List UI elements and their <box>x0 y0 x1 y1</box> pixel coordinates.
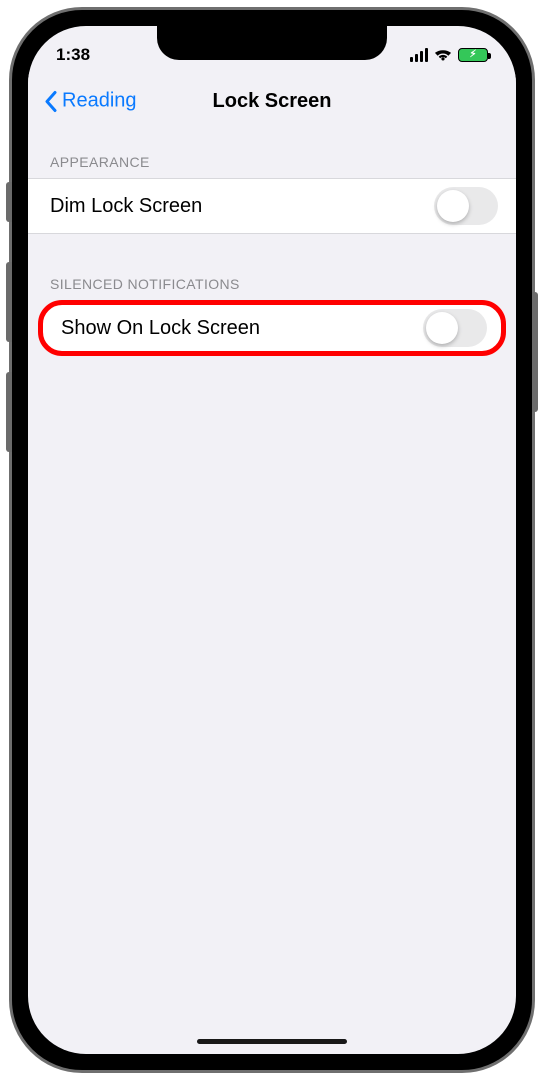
mute-switch <box>6 182 12 222</box>
nav-bar: Reading Lock Screen <box>28 74 516 128</box>
back-label: Reading <box>62 90 137 113</box>
chevron-left-icon <box>44 90 58 112</box>
side-button <box>532 292 538 412</box>
home-indicator[interactable] <box>197 1039 347 1044</box>
phone-frame: 1:38 ⚡︎ Reading Lock Screen APPEARANCE <box>12 10 532 1070</box>
toggle-show-on-lock-screen[interactable] <box>423 309 487 347</box>
row-label: Dim Lock Screen <box>50 195 202 218</box>
toggle-dim-lock-screen[interactable] <box>434 187 498 225</box>
cellular-icon <box>410 48 428 62</box>
highlight-show-on-lock-screen: Show On Lock Screen <box>38 300 506 356</box>
screen: 1:38 ⚡︎ Reading Lock Screen APPEARANCE <box>28 26 516 1054</box>
row-label: Show On Lock Screen <box>61 317 260 340</box>
notch <box>157 26 387 60</box>
row-group-appearance: Dim Lock Screen <box>28 178 516 234</box>
wifi-icon <box>434 48 452 62</box>
nav-title: Lock Screen <box>213 90 332 113</box>
spacer <box>28 234 516 270</box>
status-right: ⚡︎ <box>410 48 488 62</box>
battery-icon: ⚡︎ <box>458 48 488 62</box>
row-dim-lock-screen[interactable]: Dim Lock Screen <box>28 178 516 234</box>
section-header-silenced: SILENCED NOTIFICATIONS <box>28 270 516 300</box>
back-button[interactable]: Reading <box>44 90 137 113</box>
volume-up-button <box>6 262 12 342</box>
row-show-on-lock-screen[interactable]: Show On Lock Screen <box>38 300 506 356</box>
status-time: 1:38 <box>56 45 90 65</box>
volume-down-button <box>6 372 12 452</box>
section-header-appearance: APPEARANCE <box>28 148 516 178</box>
content: APPEARANCE Dim Lock Screen SILENCED NOTI… <box>28 128 516 356</box>
